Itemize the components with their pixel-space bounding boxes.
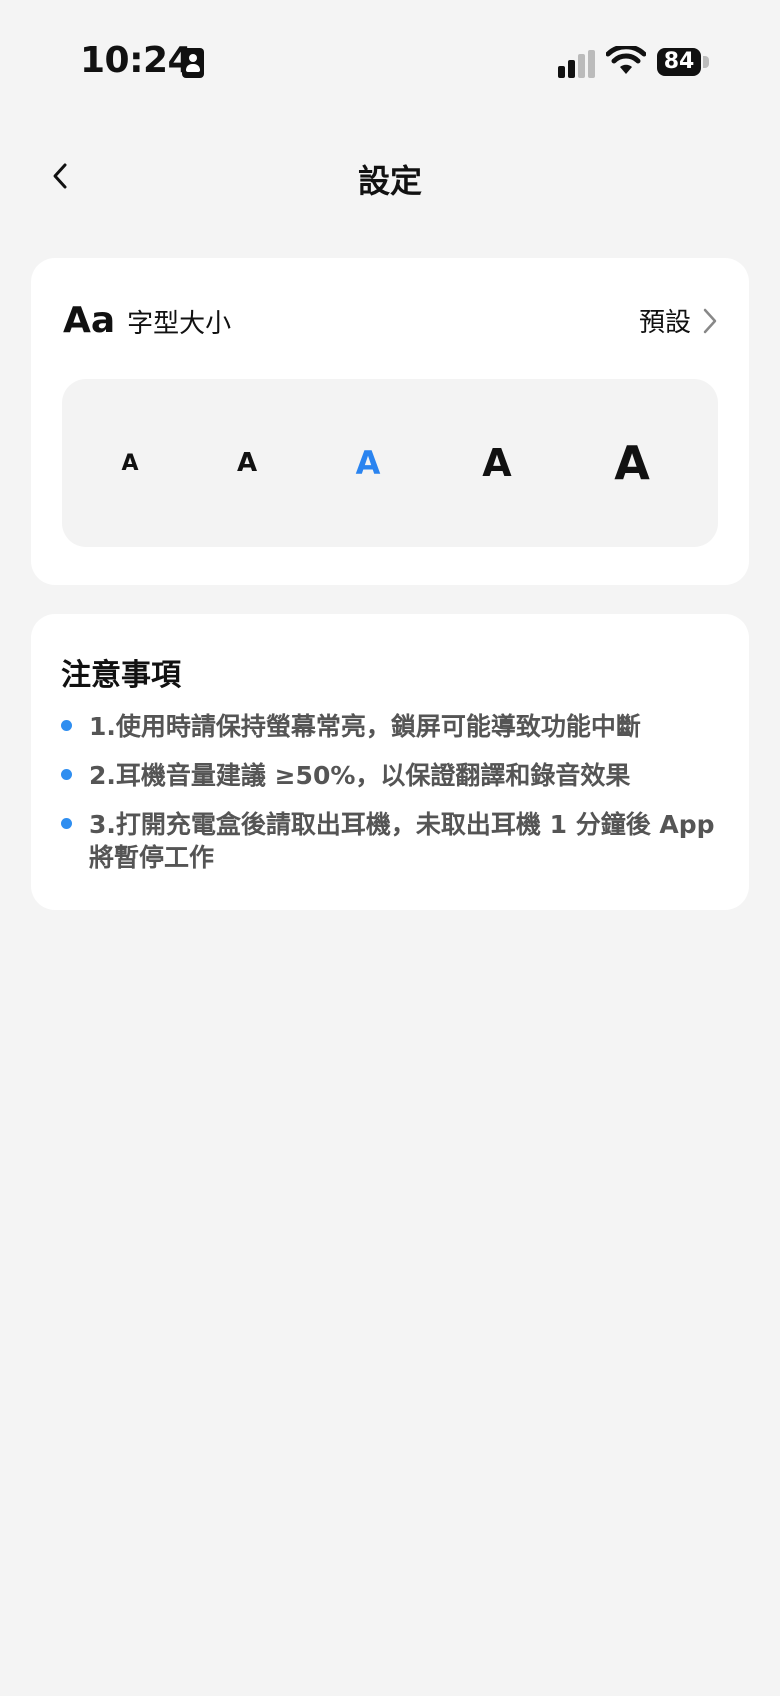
font-size-option-5[interactable]: A [592, 379, 672, 547]
note-text: 2.耳機音量建議 ≥50%，以保證翻譯和錄音效果 [89, 761, 631, 790]
bullet-dot-icon [61, 818, 72, 829]
default-font-label: 預設 [638, 308, 691, 338]
default-font-link[interactable]: 預設 [639, 302, 719, 339]
battery-cap [703, 56, 709, 68]
nav-bar: 設定 [0, 140, 780, 212]
font-size-option-4[interactable]: A [462, 379, 532, 547]
font-size-option-1[interactable]: A [100, 379, 160, 547]
page-title: 設定 [357, 162, 422, 200]
font-size-icon: Aa [63, 300, 116, 341]
status-time: 10:24 [80, 40, 193, 81]
contact-card-icon [182, 48, 204, 78]
notes-card: 注意事項 1.使用時請保持螢幕常亮，鎖屏可能導致功能中斷 2.耳機音量建議 ≥5… [31, 614, 749, 910]
list-item: 2.耳機音量建議 ≥50%，以保證翻譯和錄音效果 [61, 759, 731, 792]
notes-title: 注意事項 [61, 658, 181, 693]
font-size-option-2[interactable]: A [217, 379, 277, 547]
notes-list: 1.使用時請保持螢幕常亮，鎖屏可能導致功能中斷 2.耳機音量建議 ≥50%，以保… [61, 710, 731, 890]
bullet-dot-icon [61, 720, 72, 731]
font-size-picker: A A A A A [62, 379, 718, 547]
note-text: 3.打開充電盒後請取出耳機，未取出耳機 1 分鐘後 App 將暫停工作 [89, 810, 715, 872]
battery-icon: 84 [657, 48, 701, 76]
wifi-icon [606, 46, 646, 74]
font-size-option-3[interactable]: A [338, 379, 398, 547]
list-item: 1.使用時請保持螢幕常亮，鎖屏可能導致功能中斷 [61, 710, 731, 743]
list-item: 3.打開充電盒後請取出耳機，未取出耳機 1 分鐘後 App 將暫停工作 [61, 808, 731, 874]
note-text: 1.使用時請保持螢幕常亮，鎖屏可能導致功能中斷 [89, 712, 641, 741]
chevron-right-icon [703, 308, 717, 333]
font-size-header: Aa 字型大小 [63, 300, 231, 341]
bullet-dot-icon [61, 769, 72, 780]
cellular-signal-icon [558, 50, 598, 78]
status-bar: 10:24 84 [0, 0, 780, 128]
font-size-label: 字型大小 [127, 309, 232, 339]
font-size-card: Aa 字型大小 預設 A A A A A [31, 258, 749, 585]
